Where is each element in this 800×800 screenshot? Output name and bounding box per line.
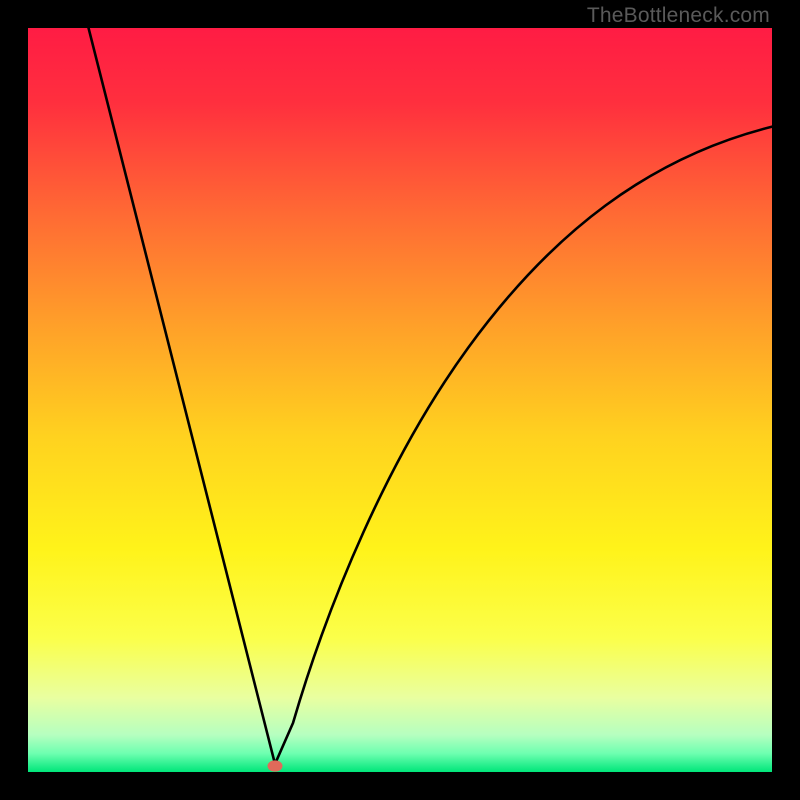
chart-frame: TheBottleneck.com <box>0 0 800 800</box>
plot-area <box>28 28 772 772</box>
curve-layer <box>28 28 772 772</box>
bottleneck-curve <box>86 28 772 764</box>
curve-marker <box>268 760 283 771</box>
watermark-text: TheBottleneck.com <box>587 4 770 28</box>
